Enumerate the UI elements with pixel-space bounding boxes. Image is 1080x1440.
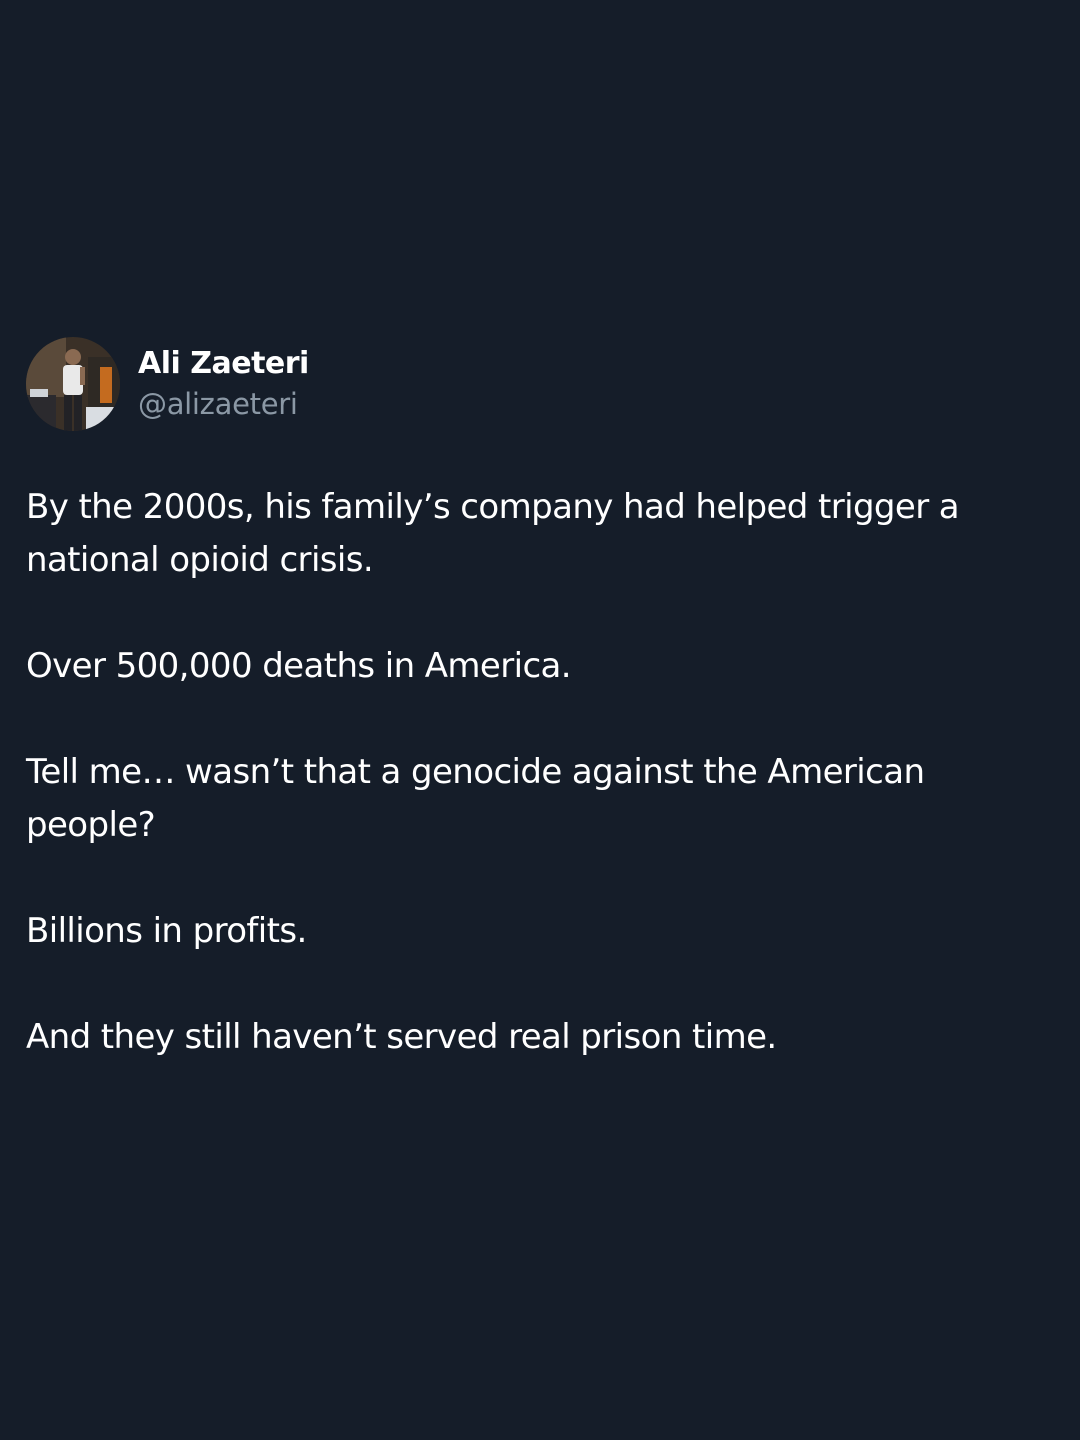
tweet-text: By the 2000s, his family’s company had h… (26, 481, 1036, 1064)
tweet-paragraph: And they still haven’t served real priso… (26, 1017, 777, 1057)
tweet-header: Ali Zaeteri @alizaeteri (26, 337, 1036, 431)
tweet-paragraph: Billions in profits. (26, 911, 307, 951)
tweet-card: Ali Zaeteri @alizaeteri By the 2000s, hi… (26, 337, 1036, 1117)
user-handle[interactable]: @alizaeteri (138, 386, 309, 422)
tweet-paragraph: Over 500,000 deaths in America. (26, 646, 572, 686)
tweet-paragraph: Tell me… wasn’t that a genocide against … (26, 752, 925, 845)
author-names: Ali Zaeteri @alizaeteri (138, 346, 309, 422)
avatar[interactable] (26, 337, 120, 431)
tweet-paragraph: By the 2000s, his family’s company had h… (26, 487, 960, 580)
avatar-photo (26, 337, 120, 431)
display-name[interactable]: Ali Zaeteri (138, 346, 309, 382)
